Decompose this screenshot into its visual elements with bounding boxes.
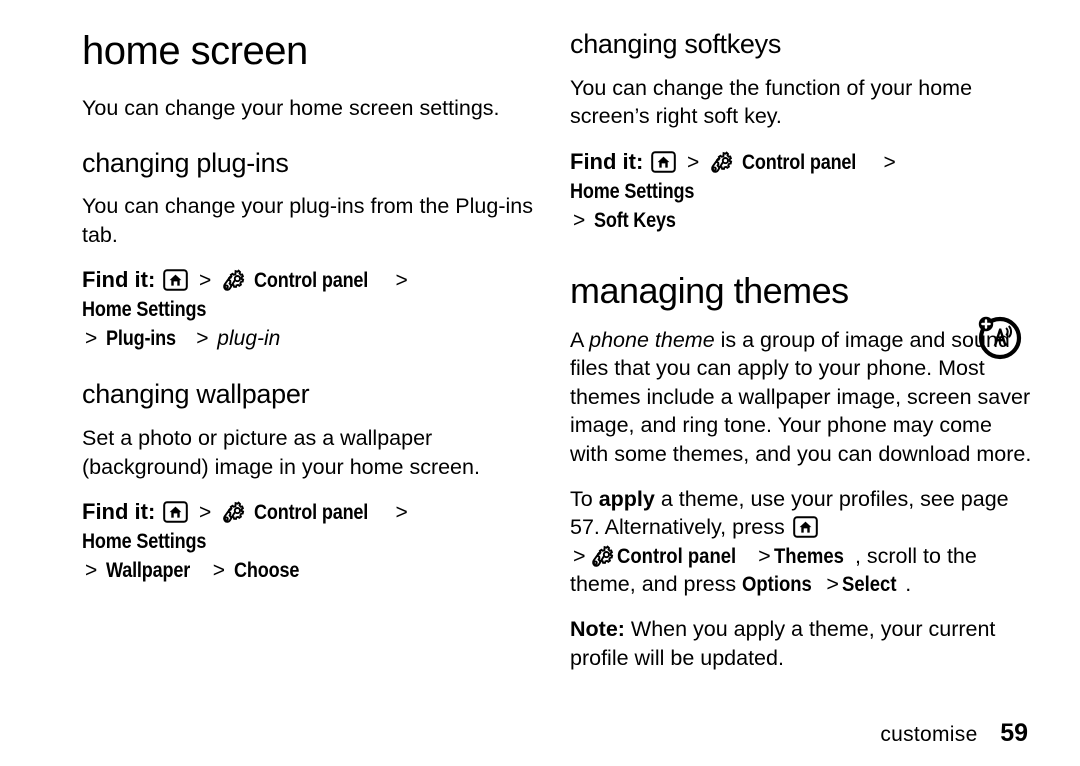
findit-step-control-panel: Control panel <box>253 269 369 293</box>
findit-step-wallpaper: Wallpaper <box>106 559 191 583</box>
phone-theme-term: phone theme <box>589 327 715 352</box>
findit-step-choose: Choose <box>233 559 300 583</box>
section-body-changing-softkeys: You can change the function of your home… <box>570 75 973 129</box>
findit-step-home-settings: Home Settings <box>82 530 207 554</box>
findit-path-wallpaper: Find it: > Control panel > Home Settings… <box>82 497 534 586</box>
section-title-changing-wallpaper: changing wallpaper <box>82 379 310 410</box>
findit-step-home-settings: Home Settings <box>570 179 695 203</box>
left-column: home screen You can change your home scr… <box>82 30 534 600</box>
note-tip-antenna-icon <box>972 310 1024 362</box>
manual-page: home screen You can change your home scr… <box>0 0 1080 766</box>
nav-select: Select <box>841 572 897 597</box>
section-title-managing-themes: managing themes <box>570 269 849 311</box>
control-panel-icon <box>221 501 245 524</box>
path-separator: > <box>212 559 225 583</box>
apply-part1: To <box>570 486 599 511</box>
path-separator: > <box>395 501 408 525</box>
footer-section-name: customise <box>880 723 978 746</box>
findit-step-soft-keys: Soft Keys <box>594 208 676 232</box>
path-separator: > <box>573 208 586 232</box>
note-paragraph: Note: When you apply a theme, your curre… <box>570 615 1032 672</box>
section-title-changing-plug-ins: changing plug-ins <box>82 147 289 178</box>
apply-part4: . <box>905 572 912 597</box>
home-key-icon <box>651 151 676 173</box>
path-separator: > <box>85 327 98 351</box>
nav-options: Options <box>742 572 812 597</box>
section-title-changing-softkeys: changing softkeys <box>570 29 782 59</box>
themes-description-paragraph: A phone theme is a group of image and so… <box>570 326 1032 469</box>
page-title: home screen <box>82 29 308 73</box>
nav-control-panel: Control panel <box>616 543 736 568</box>
path-separator: > <box>199 269 212 293</box>
path-separator: > <box>883 150 896 174</box>
section-body-changing-plug-ins: You can change your plug-ins from the Pl… <box>82 194 533 247</box>
path-separator: > <box>573 543 586 568</box>
path-separator: > <box>826 572 839 597</box>
nav-themes: Themes <box>773 543 844 568</box>
findit-label: Find it: <box>82 499 156 525</box>
note-body: When you apply a theme, your current pro… <box>570 616 996 670</box>
findit-step-control-panel: Control panel <box>253 501 369 525</box>
note-label: Note: <box>570 616 625 641</box>
home-key-icon <box>163 501 188 524</box>
page-footer: customise 59 <box>0 719 1080 748</box>
findit-step-plug-ins: Plug-ins <box>106 327 176 351</box>
themes-desc-part1: A <box>570 327 590 352</box>
path-separator: > <box>199 501 212 525</box>
chapter-intro-text: You can change your home screen settings… <box>82 96 500 120</box>
path-separator: > <box>196 327 209 351</box>
findit-label: Find it: <box>570 148 644 174</box>
right-column: changing softkeys You can change the fun… <box>570 29 1032 672</box>
control-panel-icon <box>590 545 614 568</box>
home-key-icon <box>163 269 188 292</box>
findit-step-plug-in-variable: plug-in <box>217 327 281 351</box>
apply-emphasis: apply <box>598 486 655 511</box>
path-separator: > <box>85 559 98 583</box>
findit-step-home-settings: Home Settings <box>82 298 207 322</box>
section-body-changing-wallpaper: Set a photo or picture as a wallpaper (b… <box>82 426 480 479</box>
path-separator: > <box>758 543 771 568</box>
control-panel-icon <box>221 269 245 292</box>
path-separator: > <box>395 269 408 293</box>
home-key-icon <box>792 516 818 538</box>
themes-apply-paragraph: To apply a theme, use your profiles, see… <box>570 485 1032 599</box>
control-panel-icon <box>709 151 733 174</box>
findit-step-control-panel: Control panel <box>741 150 857 174</box>
findit-path-plug-ins: Find it: > Control panel > Home Settings… <box>82 265 534 354</box>
path-separator: > <box>687 150 700 174</box>
page-number: 59 <box>1000 719 1028 747</box>
findit-path-soft-keys: Find it: > Control panel > Home Settings… <box>570 147 1032 236</box>
findit-label: Find it: <box>82 267 156 293</box>
